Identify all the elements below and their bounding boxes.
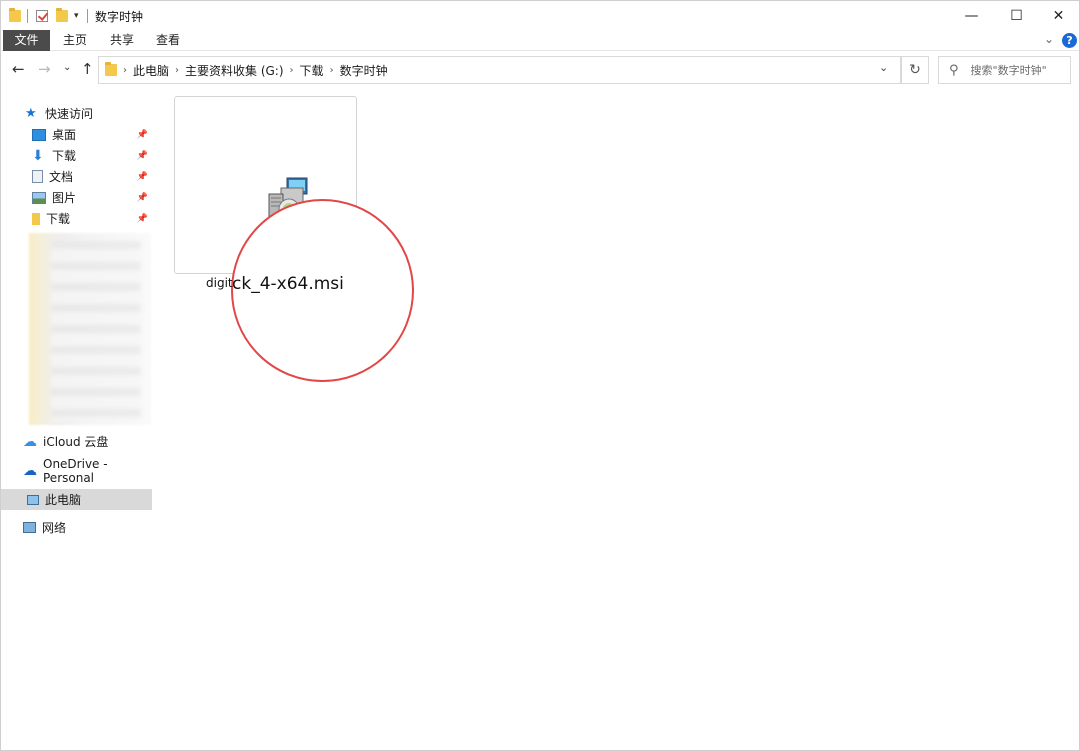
back-arrow-icon[interactable]: ← [12,60,25,78]
pin-icon[interactable]: 📌 [137,172,148,182]
computer-icon [27,494,39,505]
sidebar-item-desktop[interactable]: 桌面 📌 [1,124,152,145]
document-icon [32,170,43,183]
sidebar-item-downloads-folder[interactable]: 下载 📌 [1,208,152,229]
separator [87,9,88,23]
search-placeholder: 搜索"数字时钟" [970,64,1047,77]
window-title: 数字时钟 [95,10,144,24]
pin-icon[interactable]: 📌 [137,130,148,140]
navigation-bar: ← → ⌄ ↑ › 此电脑 › 主要资料收集 (G:) › 下载 › 数字时钟 … [1,53,1079,86]
folder-icon [32,212,40,225]
file-explorer-window: ▾ 数字时钟 — ☐ ✕ 文件 主页 共享 查看 ⌄ ? ← → ⌄ ↑ › 此… [0,0,1080,751]
network-icon [23,522,36,533]
sidebar-item-icloud[interactable]: ☁ iCloud 云盘 [1,431,152,452]
title-bar: ▾ 数字时钟 — ☐ ✕ [1,1,1079,30]
folder-icon [105,62,117,76]
breadcrumb-this-pc[interactable]: 此电脑 [133,62,169,79]
breadcrumb-digital-clock[interactable]: 数字时钟 [340,62,388,79]
chevron-right-icon[interactable]: › [290,65,294,76]
sidebar-item-label: 文档 [49,170,74,184]
refresh-icon[interactable]: ↻ [901,56,929,84]
sidebar-item-network[interactable]: 网络 [1,517,152,538]
maximize-button[interactable]: ☐ [994,1,1039,30]
sidebar-item-label: 图片 [52,191,77,205]
sidebar-item-onedrive[interactable]: ☁ OneDrive - Personal [1,457,152,485]
blurred-folder-names [51,241,141,421]
chevron-right-icon[interactable]: › [330,65,334,76]
sidebar-item-label: 桌面 [52,128,77,142]
help-icon[interactable]: ? [1062,33,1077,48]
sidebar-item-label: iCloud 云盘 [43,435,109,449]
new-folder-icon[interactable] [56,8,68,24]
sidebar-item-label: 下载 [46,212,71,226]
breadcrumb-downloads[interactable]: 下载 [300,62,324,79]
star-icon: ★ [25,105,37,121]
sidebar-item-pictures[interactable]: 图片 📌 [1,187,152,208]
sidebar-item-label: 快速访问 [45,107,94,121]
search-icon: ⚲ [949,62,959,78]
ribbon-tabs: 文件 主页 共享 查看 ⌄ ? [1,30,1079,51]
sidebar-item-documents[interactable]: 文档 📌 [1,166,152,187]
sidebar-item-label: 网络 [42,521,67,535]
properties-icon[interactable] [36,8,48,24]
breadcrumb-drive-g[interactable]: 主要资料收集 (G:) [185,62,284,79]
tab-file[interactable]: 文件 [3,30,50,51]
sidebar-item-label: 下载 [52,149,77,163]
tab-share[interactable]: 共享 [104,30,140,51]
minimize-button[interactable]: — [949,1,994,30]
sidebar-item-label: 此电脑 [45,493,82,507]
navigation-pane: ★ 快速访问 桌面 📌 ⬇ 下载 📌 文档 📌 图片 📌 下载 📌 ☁ iClo… [1,96,152,751]
file-list-area: digit ck_4-x64.msi [152,86,1079,751]
address-dropdown-icon[interactable]: ⌄ [879,61,888,74]
expand-ribbon-icon[interactable]: ⌄ [1044,32,1054,46]
picture-icon [32,191,46,204]
recent-locations-icon[interactable]: ⌄ [63,62,71,73]
pin-icon[interactable]: 📌 [137,193,148,203]
separator [27,9,28,23]
customize-quick-access-icon[interactable]: ▾ [74,8,79,24]
sidebar-item-quick-access[interactable]: ★ 快速访问 [1,103,152,124]
tab-view[interactable]: 查看 [150,30,186,51]
cloud-icon: ☁ [23,433,37,450]
folder-icon [9,8,21,24]
download-icon: ⬇ [32,147,44,164]
sidebar-item-downloads[interactable]: ⬇ 下载 📌 [1,145,152,166]
address-bar[interactable]: › 此电脑 › 主要资料收集 (G:) › 下载 › 数字时钟 [98,56,901,84]
up-arrow-icon[interactable]: ↑ [81,60,94,78]
pin-icon[interactable]: 📌 [137,151,148,161]
search-box[interactable]: ⚲ 搜索"数字时钟" [938,56,1071,84]
onedrive-icon: ☁ [23,462,37,479]
desktop-icon [32,128,46,141]
file-name-magnified: ck_4-x64.msi [232,274,344,294]
file-name-prefix[interactable]: digit [206,276,233,290]
chevron-right-icon[interactable]: › [123,65,127,76]
chevron-right-icon[interactable]: › [175,65,179,76]
tab-home[interactable]: 主页 [57,30,93,51]
forward-arrow-icon[interactable]: → [38,60,51,78]
close-button[interactable]: ✕ [1036,1,1080,30]
pin-icon[interactable]: 📌 [137,214,148,224]
sidebar-item-this-pc[interactable]: 此电脑 [1,489,152,510]
sidebar-item-label: OneDrive - Personal [43,456,108,485]
